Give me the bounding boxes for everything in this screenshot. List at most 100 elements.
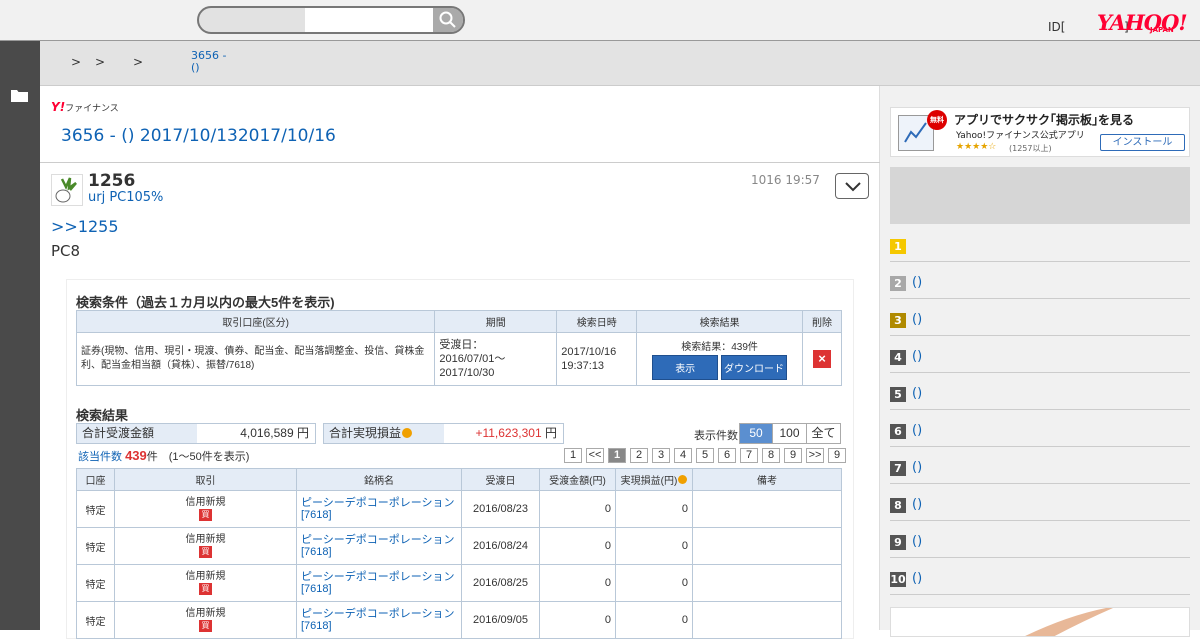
- expand-button[interactable]: [835, 173, 869, 199]
- hits-unit: 件: [146, 451, 158, 463]
- search-input[interactable]: [305, 8, 435, 32]
- row-stock-name: ピーシーデポコーポレーション: [301, 571, 455, 583]
- page-link[interactable]: 9: [784, 448, 802, 463]
- page-first[interactable]: 1: [564, 448, 582, 463]
- rank-number-badge: 2: [890, 276, 906, 291]
- buy-badge: 買: [199, 583, 212, 595]
- page-current[interactable]: 1: [608, 448, 626, 463]
- rank-number-badge: 9: [890, 535, 906, 550]
- page-link[interactable]: 2: [630, 448, 648, 463]
- hits-info: 該当件数 439件 (1〜50件を表示): [78, 448, 249, 464]
- rank-link[interactable]: (): [912, 534, 922, 549]
- reply-link[interactable]: >>1255: [51, 217, 119, 236]
- app-promo[interactable]: 無料 アプリでサクサク｢掲示板｣を見る Yahoo!ファイナンス公式アプリ ★★…: [890, 107, 1190, 157]
- ranking-item[interactable]: 4 (): [890, 336, 1190, 373]
- result-header: 実現損益(円): [620, 476, 678, 487]
- rank-number-badge: 5: [890, 387, 906, 402]
- result-header: 受渡日: [461, 468, 540, 491]
- page-prev[interactable]: <<: [586, 448, 604, 463]
- per-page-label: 表示件数: [694, 430, 738, 442]
- download-button[interactable]: ダウンロード: [720, 355, 787, 380]
- page-link[interactable]: 7: [740, 448, 758, 463]
- ranking-item[interactable]: 10 (): [890, 558, 1190, 595]
- ranking-item[interactable]: 5 (): [890, 373, 1190, 410]
- show-button[interactable]: 表示: [652, 355, 719, 380]
- yahoo-logo-sub: JAPAN: [1150, 26, 1174, 34]
- rank-number-badge: 7: [890, 461, 906, 476]
- per-page-all[interactable]: 全て: [806, 424, 840, 443]
- ranking-item[interactable]: 6 (): [890, 410, 1190, 447]
- attached-screenshot[interactable]: 検索条件（過去１カ月以内の最大5件を表示) 取引口座(区分) 期間 検索日時 検…: [66, 279, 854, 639]
- cond-header: 期間: [434, 310, 558, 333]
- row-stock-code: [7618]: [301, 583, 332, 595]
- user-id-link[interactable]: ID[: [1048, 20, 1065, 34]
- row-stock-name: ピーシーデポコーポレーション: [301, 497, 455, 509]
- cond-result-text: 検索結果：439件: [681, 342, 758, 353]
- row-stock-name: ピーシーデポコーポレーション: [301, 534, 455, 546]
- ranking-item[interactable]: 9 (): [890, 521, 1190, 558]
- rank-link[interactable]: (): [912, 460, 922, 475]
- search-button[interactable]: [433, 8, 463, 32]
- delete-icon[interactable]: ×: [812, 350, 831, 368]
- info-icon: [402, 428, 413, 438]
- row-stock-link[interactable]: ピーシーデポコーポレーション [7618]: [296, 601, 462, 639]
- rank-link[interactable]: (): [912, 423, 922, 438]
- folder-icon[interactable]: [11, 89, 28, 102]
- rank-link[interactable]: (): [912, 312, 922, 327]
- ranking-item[interactable]: 7 (): [890, 447, 1190, 484]
- post-text: PC8: [51, 242, 81, 260]
- top-bar: ID[ ] YAHOO! JAPAN: [0, 0, 1200, 41]
- page-last[interactable]: 9: [828, 448, 846, 463]
- page-link[interactable]: 4: [674, 448, 692, 463]
- search-icon: [439, 11, 456, 28]
- cond-date-time: 19:37:13: [561, 360, 605, 372]
- ranking-item[interactable]: 1: [890, 225, 1190, 262]
- rank-number-badge: 1: [890, 239, 906, 254]
- per-page-50[interactable]: 50: [740, 424, 772, 443]
- cond-header: 削除: [801, 310, 843, 333]
- total-received-value: 4,016,589: [240, 426, 294, 440]
- result-header: 取引: [114, 468, 297, 491]
- page-link[interactable]: 8: [762, 448, 780, 463]
- row-date: 2016/08/24: [461, 527, 540, 565]
- page-link[interactable]: 6: [718, 448, 736, 463]
- row-stock-code: [7618]: [301, 546, 332, 558]
- avatar[interactable]: [51, 174, 83, 206]
- ranking-item[interactable]: 3 (): [890, 299, 1190, 336]
- chevron-down-icon: [845, 182, 861, 192]
- breadcrumb-current[interactable]: 3656 - (): [191, 50, 226, 74]
- row-stock-link[interactable]: ピーシーデポコーポレーション [7618]: [296, 564, 462, 602]
- page-next[interactable]: >>: [806, 448, 824, 463]
- cond-header: 取引口座(区分): [75, 310, 436, 333]
- page-link[interactable]: 3: [652, 448, 670, 463]
- per-page-100[interactable]: 100: [772, 424, 806, 443]
- rank-link[interactable]: (): [912, 571, 922, 586]
- post-user-link[interactable]: urj PC105%: [88, 190, 163, 205]
- free-badge: 無料: [927, 110, 947, 130]
- row-date: 2016/08/25: [461, 564, 540, 602]
- yahoo-finance-logo[interactable]: Y!ファイナンス: [51, 100, 119, 114]
- row-amount: 0: [539, 490, 616, 528]
- post-number: 1256: [88, 171, 136, 191]
- install-button[interactable]: インストール: [1100, 134, 1185, 151]
- rank-link[interactable]: (): [912, 349, 922, 364]
- ranking-item[interactable]: 8 (): [890, 484, 1190, 521]
- search-box[interactable]: [197, 6, 465, 34]
- rank-link[interactable]: (): [912, 497, 922, 512]
- rank-link[interactable]: (): [912, 386, 922, 401]
- row-stock-link[interactable]: ピーシーデポコーポレーション [7618]: [296, 527, 462, 565]
- app-rating-count: (1257以上): [1009, 144, 1052, 153]
- rank-number-badge: 4: [890, 350, 906, 365]
- rank-link[interactable]: (): [912, 275, 922, 290]
- ranking-item[interactable]: 2 (): [890, 262, 1190, 299]
- breadcrumb-separator: >: [71, 55, 82, 69]
- row-account: 特定: [76, 601, 115, 639]
- cond-date-day: 2017/10/16: [561, 346, 617, 358]
- divider: [40, 162, 880, 163]
- breadcrumb-current-line2: (): [191, 61, 200, 74]
- row-stock-link[interactable]: ピーシーデポコーポレーション [7618]: [296, 490, 462, 528]
- board-title[interactable]: 3656 - () 2017/10/132017/10/16: [61, 126, 336, 146]
- row-account: 特定: [76, 527, 115, 565]
- bottom-ad[interactable]: [890, 607, 1190, 637]
- page-link[interactable]: 5: [696, 448, 714, 463]
